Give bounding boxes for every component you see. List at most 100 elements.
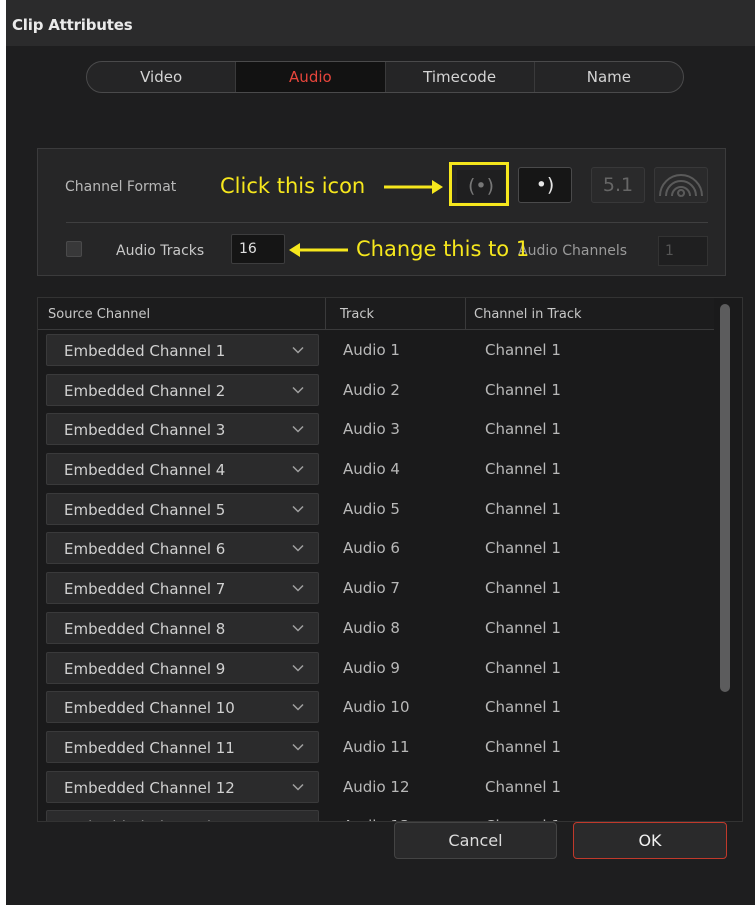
header-separator: [325, 298, 326, 329]
track-cell: Audio 2: [343, 380, 400, 399]
channel-in-track-cell: Channel 1: [485, 698, 561, 717]
channel-in-track-cell: Channel 1: [485, 341, 561, 359]
chevron-down-icon: [292, 386, 304, 394]
source-channel-select[interactable]: Embedded Channel 2: [46, 373, 319, 406]
channel-in-track-cell: Channel 1: [485, 499, 561, 518]
table-row: Embedded Channel 1 Audio 1 Channel 1: [38, 334, 714, 374]
tab-video[interactable]: Video: [87, 62, 237, 92]
header-track: Track: [340, 307, 375, 322]
table-scrollbar[interactable]: [720, 304, 730, 692]
chevron-down-icon: [292, 704, 304, 711]
tab-timecode[interactable]: Timecode: [386, 62, 535, 92]
source-channel-value: Embedded Channel 7: [64, 580, 226, 599]
chevron-down-icon: [292, 783, 304, 791]
channel-in-track-cell: Channel 1: [485, 618, 561, 637]
channel-mapping-table: Source Channel Track Channel in Track Em…: [37, 297, 743, 822]
source-channel-value: Embedded Channel 13: [64, 818, 235, 821]
source-channel-value: Embedded Channel 9: [64, 659, 226, 678]
header-separator: [465, 298, 466, 329]
panel-divider: [66, 222, 708, 223]
surround-5-1-icon: 5.1: [602, 174, 634, 196]
annotation-arrow-left-icon: [289, 243, 348, 257]
chevron-down-icon: [292, 466, 304, 473]
table-row: Embedded Channel 11 Audio 11 Channel 1: [38, 730, 714, 771]
audio-channels-label: Audio Channels: [518, 243, 628, 259]
source-channel-select[interactable]: Embedded Channel 13: [46, 810, 319, 822]
audio-tracks-input[interactable]: 16: [231, 234, 285, 264]
source-channel-value: Embedded Channel 10: [64, 699, 235, 718]
channel-format-label: Channel Format: [65, 179, 177, 195]
table-row: Embedded Channel 12 Audio 12 Channel 1: [38, 770, 714, 811]
track-cell: Audio 1: [343, 341, 400, 359]
stereo-icon: •): [535, 174, 555, 196]
table-header: Source Channel Track Channel in Track: [38, 298, 714, 330]
source-channel-select[interactable]: Embedded Channel 3: [46, 413, 319, 446]
track-cell: Audio 8: [343, 618, 400, 637]
table-row: Embedded Channel 10 Audio 10 Channel 1: [38, 691, 714, 731]
table-row: Embedded Channel 9 Audio 9 Channel 1: [38, 651, 714, 692]
channel-format-panel: Channel Format Click this icon (•) •) 5.…: [37, 148, 726, 276]
clip-attributes-dialog: Clip Attributes Video Audio Timecode Nam…: [6, 0, 755, 905]
table-row: Embedded Channel 4 Audio 4 Channel 1: [38, 453, 714, 493]
stereo-format-button[interactable]: •): [518, 167, 572, 203]
track-cell: Audio 3: [343, 420, 400, 439]
chevron-down-icon: [292, 820, 304, 822]
source-channel-value: Embedded Channel 11: [64, 738, 235, 757]
track-cell: Audio 9: [343, 658, 400, 677]
adaptive-audio-icon: [659, 174, 703, 197]
source-channel-value: Embedded Channel 12: [64, 778, 235, 797]
table-row: Embedded Channel 2 Audio 2 Channel 1: [38, 373, 714, 414]
channel-in-track-cell: Channel 1: [485, 380, 561, 399]
audio-tracks-checkbox[interactable]: [66, 241, 82, 257]
table-row: Embedded Channel 7 Audio 7 Channel 1: [38, 572, 714, 612]
source-channel-select[interactable]: Embedded Channel 11: [46, 730, 319, 763]
source-channel-select[interactable]: Embedded Channel 7: [46, 572, 319, 605]
track-cell: Audio 4: [343, 460, 400, 479]
chevron-down-icon: [292, 545, 304, 552]
table-rows: Embedded Channel 1 Audio 1 Channel 1 Emb…: [38, 334, 714, 822]
source-channel-select[interactable]: Embedded Channel 10: [46, 691, 319, 724]
annotation-highlight-box: [449, 162, 509, 206]
chevron-down-icon: [292, 664, 304, 672]
header-channel-in-track: Channel in Track: [474, 307, 582, 322]
track-cell: Audio 6: [343, 539, 400, 558]
chevron-down-icon: [292, 426, 304, 433]
annotation-click-icon: Click this icon: [220, 174, 366, 198]
track-cell: Audio 11: [343, 737, 410, 756]
table-row: Embedded Channel 3 Audio 3 Channel 1: [38, 413, 714, 453]
channel-in-track-cell: Channel 1: [485, 539, 561, 558]
ok-button[interactable]: OK: [573, 822, 727, 859]
track-cell: Audio 12: [343, 777, 410, 796]
channel-in-track-cell: Channel 1: [485, 420, 561, 439]
channel-in-track-cell: Channel 1: [485, 658, 561, 677]
title-bar[interactable]: Clip Attributes: [6, 0, 755, 46]
track-cell: Audio 7: [343, 579, 400, 598]
source-channel-select[interactable]: Embedded Channel 8: [46, 611, 319, 644]
tab-audio[interactable]: Audio: [236, 62, 386, 92]
table-row: Embedded Channel 8 Audio 8 Channel 1: [38, 611, 714, 652]
source-channel-value: Embedded Channel 8: [64, 619, 226, 638]
source-channel-value: Embedded Channel 5: [64, 500, 226, 519]
table-row: Embedded Channel 13 Audio 13 Channel 1: [38, 810, 714, 822]
source-channel-value: Embedded Channel 3: [64, 421, 226, 440]
adaptive-audio-button[interactable]: [654, 167, 708, 203]
dialog-title: Clip Attributes: [12, 16, 133, 34]
source-channel-value: Embedded Channel 1: [64, 342, 226, 360]
source-channel-select[interactable]: Embedded Channel 9: [46, 651, 319, 684]
surround-5-1-button[interactable]: 5.1: [591, 167, 645, 203]
annotation-change-tracks: Change this to 1: [356, 237, 530, 261]
source-channel-select[interactable]: Embedded Channel 12: [46, 770, 319, 803]
source-channel-value: Embedded Channel 2: [64, 381, 226, 400]
tab-name[interactable]: Name: [535, 62, 683, 92]
track-cell: Audio 10: [343, 698, 410, 717]
source-channel-select[interactable]: Embedded Channel 4: [46, 453, 319, 486]
audio-channels-input[interactable]: 1: [658, 236, 708, 266]
source-channel-select[interactable]: Embedded Channel 6: [46, 532, 319, 565]
annotation-arrow-right-icon: [384, 180, 443, 194]
source-channel-value: Embedded Channel 6: [64, 540, 226, 559]
chevron-down-icon: [292, 346, 304, 354]
cancel-button[interactable]: Cancel: [394, 822, 557, 859]
source-channel-select[interactable]: Embedded Channel 1: [46, 334, 319, 366]
source-channel-select[interactable]: Embedded Channel 5: [46, 492, 319, 525]
channel-in-track-cell: Channel 1: [485, 777, 561, 796]
